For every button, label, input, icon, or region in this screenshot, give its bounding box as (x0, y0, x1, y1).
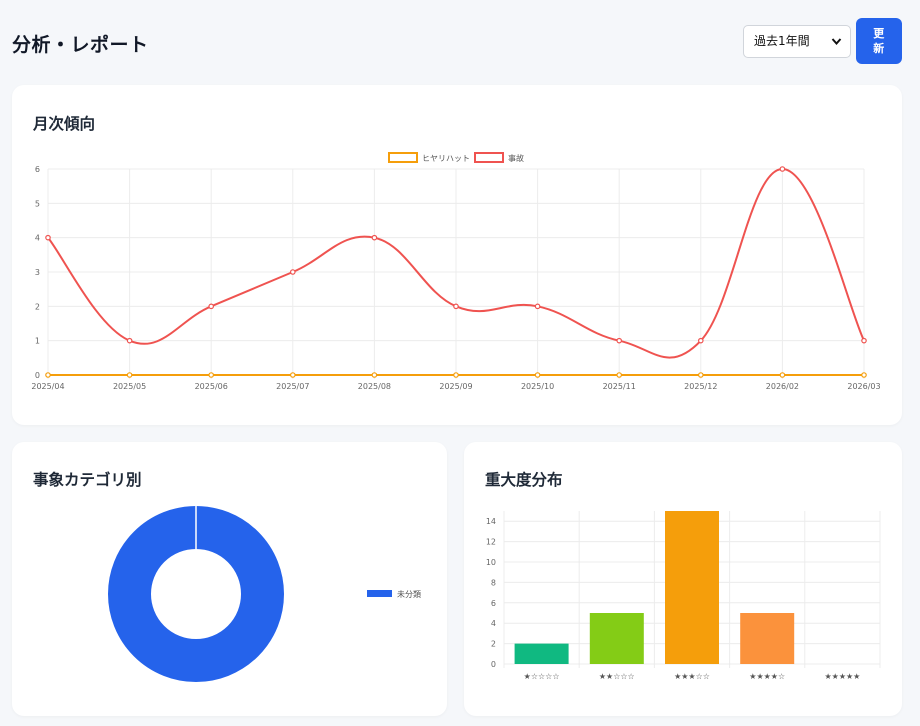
x-tick-label: 2025/06 (195, 382, 228, 391)
x-tick-label: ★★☆☆☆ (599, 672, 635, 681)
data-point (453, 303, 459, 310)
severity-card: 重大度分布 0 2 4 6 8 10 12 14 ★☆☆☆☆ ★★☆☆☆ ★★★☆☆ ★★★★☆ ★★★… (464, 442, 902, 716)
y-tick-label: 0 (35, 371, 40, 380)
x-tick-label: 2025/04 (31, 382, 64, 391)
data-point (371, 372, 378, 378)
data-point (616, 372, 623, 378)
monthly-trend-chart: 0 1 2 3 4 5 6 2025/04 2025/05 2025/06 2025/07 2025/… (31, 152, 881, 391)
refresh-button[interactable]: 更新 (856, 18, 902, 64)
category-card: 事象カテゴリ別 未分類 (12, 442, 447, 716)
data-point (697, 337, 704, 344)
x-tick-label: ★★★★☆ (749, 672, 785, 681)
monthly-trend-card: 月次傾向 0 1 2 3 4 5 6 2025/04 2025/05 2025/06 2025/07… (12, 85, 902, 425)
y-tick-label: 2 (35, 302, 40, 311)
page-title: 分析・レポート (12, 34, 149, 56)
data-point (534, 372, 541, 378)
y-tick-label: 4 (491, 619, 496, 628)
y-tick-label: 4 (35, 234, 40, 243)
severity-bar-chart: 0 2 4 6 8 10 12 14 ★☆☆☆☆ ★★☆☆☆ ★★★☆☆ ★★★★☆ ★★★★★ (486, 511, 881, 681)
x-tick-label: ★☆☆☆☆ (524, 672, 560, 681)
data-point (861, 372, 867, 378)
legend-swatch (388, 152, 418, 163)
y-tick-label: 12 (486, 538, 496, 547)
x-tick-label: 2025/09 (439, 382, 472, 391)
x-tick-label: 2025/12 (684, 382, 717, 391)
refresh-button-label: 更新 (873, 27, 885, 55)
y-tick-label: 1 (35, 337, 40, 346)
data-point (453, 372, 459, 378)
y-tick-label: 2 (491, 640, 496, 649)
data-point (126, 337, 133, 344)
period-select-value: 過去1年間 (754, 34, 810, 48)
data-point (289, 372, 296, 378)
y-tick-label: 5 (35, 199, 40, 208)
y-tick-label: 6 (35, 165, 40, 174)
data-point (289, 269, 296, 275)
data-point (208, 372, 215, 378)
x-tick-label: ★★★☆☆ (674, 672, 710, 681)
y-tick-label: 3 (35, 268, 40, 277)
x-tick-label: 2025/08 (358, 382, 391, 391)
legend-label: 事故 (508, 153, 524, 163)
period-select[interactable]: 過去1年間 (743, 25, 851, 58)
data-point (697, 372, 704, 378)
data-point (534, 303, 541, 310)
severity-bar (589, 613, 644, 664)
data-point (861, 337, 867, 344)
y-tick-label: 8 (491, 578, 496, 587)
y-tick-label: 6 (491, 599, 496, 608)
data-point (208, 303, 215, 310)
severity-bar (665, 511, 719, 664)
data-point (45, 372, 51, 378)
y-tick-label: 0 (491, 660, 496, 669)
data-point (779, 166, 786, 172)
severity-bar (514, 643, 569, 664)
data-point (126, 372, 133, 378)
legend-label: ヒヤリハット (422, 154, 470, 163)
x-tick-label: 2025/10 (521, 382, 554, 391)
x-tick-label: 2025/07 (276, 382, 309, 391)
legend-swatch (474, 152, 504, 163)
chevron-down-icon (831, 26, 842, 69)
x-tick-label: 2025/05 (113, 382, 146, 391)
page-header: 分析・レポート 過去1年間 更新 (0, 0, 920, 84)
legend-swatch (367, 590, 392, 597)
data-point (616, 337, 623, 344)
category-donut-chart: 未分類 (108, 506, 421, 682)
x-tick-label: ★★★★★ (824, 672, 860, 681)
x-tick-label: 2026/03 (847, 382, 880, 391)
legend-label: 未分類 (397, 589, 421, 599)
data-point (371, 234, 378, 241)
data-point (45, 234, 51, 241)
severity-bar (740, 613, 795, 664)
x-tick-label: 2025/11 (603, 382, 636, 391)
data-point (779, 372, 786, 378)
x-tick-label: 2026/02 (766, 382, 799, 391)
y-tick-label: 14 (486, 517, 496, 526)
y-tick-label: 10 (486, 558, 496, 567)
